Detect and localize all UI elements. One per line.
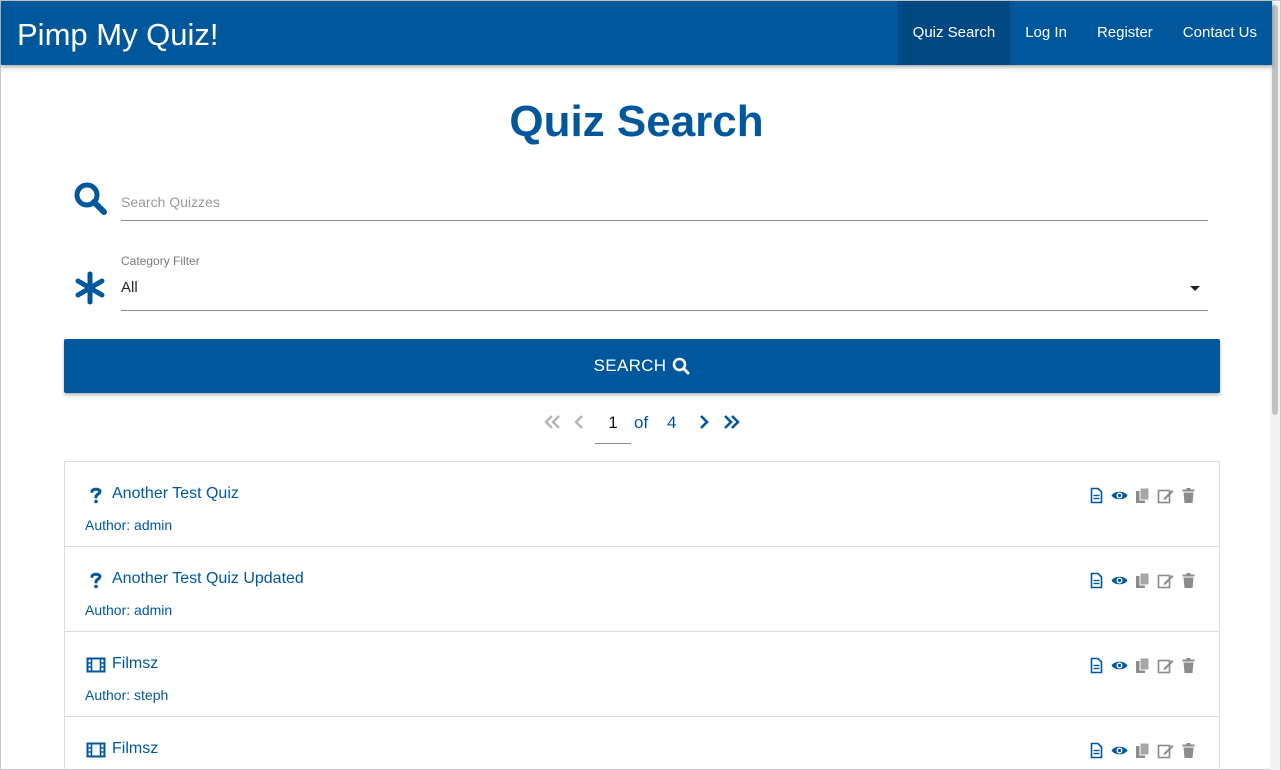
document-icon[interactable]: [1088, 657, 1105, 674]
eye-icon[interactable]: [1111, 657, 1128, 674]
document-icon[interactable]: [1088, 572, 1105, 589]
edit-icon[interactable]: [1157, 487, 1174, 504]
last-page-icon[interactable]: [722, 413, 740, 431]
quiz-title[interactable]: Filmsz: [112, 655, 158, 673]
quiz-author: Author: steph: [85, 687, 169, 703]
copy-icon[interactable]: [1134, 657, 1151, 674]
page-total: 4: [667, 413, 677, 432]
quiz-list-item: Another Test Quiz Updated Author: admin: [65, 547, 1219, 632]
trash-icon[interactable]: [1180, 487, 1197, 504]
quiz-actions: [1088, 487, 1197, 504]
quiz-title[interactable]: Another Test Quiz Updated: [112, 570, 304, 588]
category-filter-select[interactable]: All: [121, 271, 1208, 311]
question-icon: [90, 572, 102, 589]
edit-icon[interactable]: [1157, 572, 1174, 589]
question-icon: [90, 487, 102, 504]
quiz-title[interactable]: Filmsz: [112, 740, 158, 758]
quiz-author: Author: admin: [85, 602, 173, 618]
quiz-list: Another Test Quiz Author: admin Another …: [64, 461, 1220, 770]
quiz-actions: [1088, 657, 1197, 674]
page-number-input[interactable]: 1: [595, 409, 631, 444]
pagination: 1 of 4: [1, 409, 1281, 445]
nav-log-in[interactable]: Log In: [1010, 1, 1082, 65]
page-title: Quiz Search: [509, 97, 764, 146]
film-icon: [86, 742, 106, 758]
search-icon: [673, 357, 690, 375]
page-of-label: of: [634, 413, 649, 432]
search-button[interactable]: SEARCH: [64, 339, 1220, 393]
quiz-actions: [1088, 742, 1197, 759]
quiz-list-item: Filmsz: [65, 717, 1219, 770]
trash-icon[interactable]: [1180, 742, 1197, 759]
next-page-icon[interactable]: [698, 413, 710, 431]
top-navbar: Pimp My Quiz! Quiz Search Log In Registe…: [1, 1, 1272, 65]
search-button-label: SEARCH: [593, 356, 667, 375]
quiz-list-item: Filmsz Author: steph: [65, 632, 1219, 717]
eye-icon[interactable]: [1111, 742, 1128, 759]
trash-icon[interactable]: [1180, 572, 1197, 589]
trash-icon[interactable]: [1180, 657, 1197, 674]
caret-down-icon: [1190, 286, 1200, 291]
document-icon[interactable]: [1088, 487, 1105, 504]
copy-icon[interactable]: [1134, 487, 1151, 504]
search-icon: [74, 182, 107, 215]
nav-register[interactable]: Register: [1082, 1, 1168, 65]
eye-icon[interactable]: [1111, 487, 1128, 504]
quiz-actions: [1088, 572, 1197, 589]
copy-icon[interactable]: [1134, 572, 1151, 589]
prev-page-icon[interactable]: [573, 413, 585, 431]
category-filter-label: Category Filter: [121, 254, 200, 268]
asterisk-icon: [75, 271, 105, 305]
edit-icon[interactable]: [1157, 657, 1174, 674]
quiz-author: Author: admin: [85, 517, 173, 533]
copy-icon[interactable]: [1134, 742, 1151, 759]
film-icon: [86, 657, 106, 673]
nav-links: Quiz Search Log In Register Contact Us: [897, 1, 1272, 65]
edit-icon[interactable]: [1157, 742, 1174, 759]
scrollbar-thumb[interactable]: [1272, 5, 1278, 415]
nav-contact-us[interactable]: Contact Us: [1168, 1, 1272, 65]
quiz-title[interactable]: Another Test Quiz: [112, 485, 239, 503]
document-icon[interactable]: [1088, 742, 1105, 759]
nav-quiz-search[interactable]: Quiz Search: [897, 1, 1011, 65]
search-input[interactable]: [121, 183, 1208, 221]
category-filter-value: All: [121, 279, 138, 296]
first-page-icon[interactable]: [544, 413, 562, 431]
quiz-list-item: Another Test Quiz Author: admin: [65, 462, 1219, 547]
brand-title[interactable]: Pimp My Quiz!: [17, 15, 219, 55]
eye-icon[interactable]: [1111, 572, 1128, 589]
